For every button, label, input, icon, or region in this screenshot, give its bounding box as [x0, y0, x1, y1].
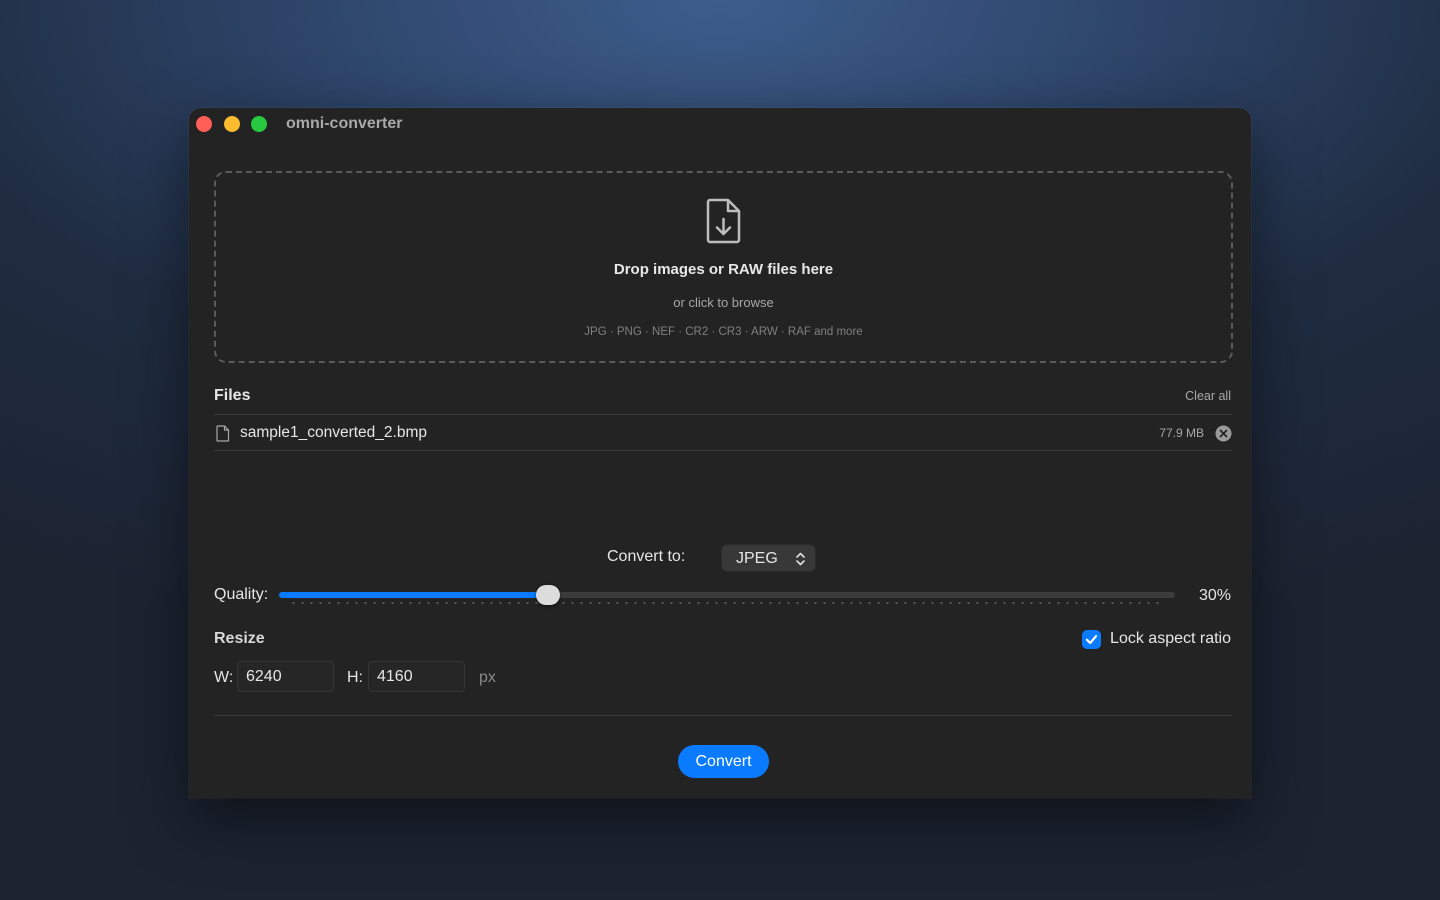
- convert-to-label: Convert to:: [607, 548, 686, 565]
- height-input[interactable]: [368, 661, 465, 692]
- file-name: sample1_converted_2.bmp: [240, 424, 427, 441]
- divider: [214, 715, 1232, 716]
- file-size: 77.9 MB: [1159, 426, 1204, 440]
- dropzone-browse-hint: or click to browse: [673, 295, 774, 310]
- slider-thumb[interactable]: [536, 585, 560, 605]
- remove-file-icon[interactable]: [1215, 425, 1232, 442]
- app-window: omni-converter Drop images or RAW files …: [189, 108, 1251, 798]
- title-bar: omni-converter: [189, 108, 1251, 140]
- width-label: W:: [214, 669, 234, 686]
- slider-fill: [279, 592, 548, 598]
- file-download-icon: [706, 198, 741, 244]
- chevron-up-down-icon: [796, 552, 805, 566]
- maximize-window-button[interactable]: [251, 116, 267, 132]
- file-icon: [216, 425, 230, 442]
- file-dropzone[interactable]: Drop images or RAW files here or click t…: [214, 171, 1233, 363]
- selected-format: JPEG: [736, 550, 778, 567]
- resize-label: Resize: [214, 630, 265, 647]
- quality-label: Quality:: [214, 586, 269, 603]
- files-header: Files: [214, 387, 251, 404]
- minimize-window-button[interactable]: [224, 116, 240, 132]
- convert-button[interactable]: Convert: [678, 745, 769, 778]
- lock-aspect-checkbox[interactable]: [1082, 630, 1101, 649]
- height-label: H:: [347, 669, 363, 686]
- file-list-item[interactable]: sample1_converted_2.bmp 77.9 MB: [214, 415, 1232, 451]
- width-input[interactable]: [237, 661, 334, 692]
- dropzone-title: Drop images or RAW files here: [613, 261, 834, 278]
- window-title: omni-converter: [286, 115, 403, 132]
- output-format-select[interactable]: JPEG: [721, 544, 816, 572]
- supported-formats: JPG · PNG · NEF · CR2 · CR3 · ARW · RAF …: [584, 326, 863, 338]
- unit-label: px: [479, 669, 496, 686]
- checkmark-icon: [1085, 635, 1098, 645]
- quality-value: 30%: [1198, 587, 1231, 604]
- close-window-button[interactable]: [196, 116, 212, 132]
- slider-tick-marks: [289, 602, 1165, 604]
- divider: [214, 450, 1232, 451]
- quality-slider[interactable]: [279, 584, 1175, 608]
- lock-aspect-label: Lock aspect ratio: [1110, 630, 1231, 647]
- clear-all-button[interactable]: Clear all: [1185, 389, 1231, 403]
